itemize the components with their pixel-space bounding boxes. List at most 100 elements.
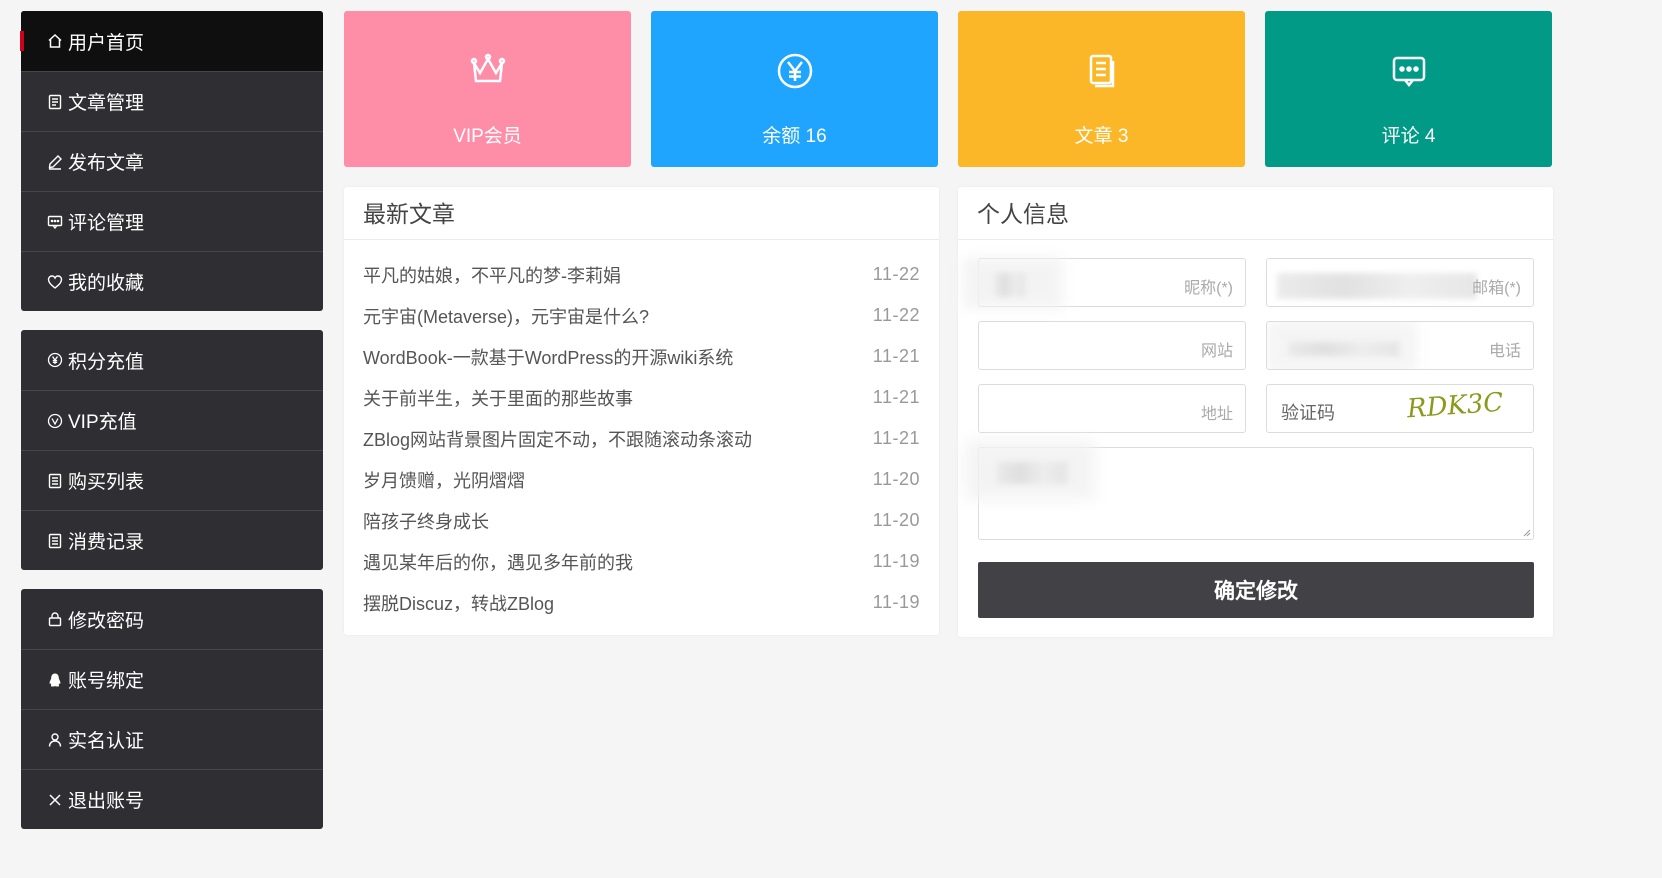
list-item[interactable]: 岁月馈赠，光阴熠熠 11-20 [344,459,939,500]
profile-panel: 个人信息 昵称(*) 邮箱(*) 网站 电话 地址 验证码 RDK3C 确定修改 [958,187,1553,637]
list-item[interactable]: 陪孩子终身成长 11-20 [344,500,939,541]
list-item[interactable]: 元宇宙(Metaverse)，元宇宙是什么? 11-22 [344,295,939,336]
vip-member-card[interactable]: VIP会员 [344,11,631,167]
menu-group-finance: 积分充值 VIP充值 购买列表 消费记录 [21,330,323,570]
website-field[interactable]: 网站 [978,321,1246,370]
stat-label: 文章 3 [1074,126,1129,147]
document-icon [1082,51,1122,91]
sidebar-item-label: 修改密码 [68,610,145,632]
sidebar-item-home[interactable]: 用户首页 [21,11,323,71]
article-title[interactable]: 遇见某年后的你，遇见多年前的我 [363,549,633,575]
sidebar-item-label: 消费记录 [68,532,145,553]
article-title[interactable]: 陪孩子终身成长 [363,508,489,534]
nickname-label: 昵称(*) [1184,280,1233,297]
article-title[interactable]: WordBook-一款基于WordPress的开源wiki系统 [363,344,733,370]
sidebar-item-label: 发布文章 [68,153,145,174]
article-date: 11-22 [872,305,920,325]
qq-icon [47,672,63,688]
vip-circle-icon [47,413,63,429]
sidebar-item-label: 购买列表 [68,472,145,493]
yen-icon [775,51,815,91]
crown-icon [468,51,508,91]
article-date: 11-21 [872,387,920,407]
sidebar-item-consumption-records[interactable]: 消费记录 [21,510,323,570]
address-field[interactable]: 地址 [978,384,1246,433]
sidebar-item-label: VIP充值 [68,412,137,433]
article-title[interactable]: 平凡的姑娘，不平凡的梦-李莉娟 [363,262,621,288]
article-title[interactable]: ZBlog网站背景图片固定不动，不跟随滚动条滚动 [363,426,752,452]
sidebar-item-label: 评论管理 [68,213,145,234]
list-item[interactable]: ZBlog网站背景图片固定不动，不跟随滚动条滚动 11-21 [344,418,939,459]
articles-card[interactable]: 文章 3 [958,11,1245,167]
phone-label: 电话 [1488,343,1521,360]
sidebar-item-account-binding[interactable]: 账号绑定 [21,649,323,709]
list-item[interactable]: 遇见某年后的你，遇见多年前的我 11-19 [344,541,939,582]
website-label: 网站 [1200,343,1233,360]
active-indicator [20,31,24,51]
article-date: 11-22 [872,264,920,284]
heart-icon [47,274,63,290]
document-icon [47,94,63,110]
sidebar-item-label: 账号绑定 [68,671,145,692]
latest-articles-panel: 最新文章 平凡的姑娘，不平凡的梦-李莉娟 11-22 元宇宙(Metaverse… [344,187,939,635]
article-list: 平凡的姑娘，不平凡的梦-李莉娟 11-22 元宇宙(Metaverse)，元宇宙… [344,240,939,623]
stat-label: VIP会员 [453,126,522,147]
comments-card[interactable]: 评论 4 [1265,11,1552,167]
sidebar-item-publish[interactable]: 发布文章 [21,131,323,191]
sidebar-item-label: 我的收藏 [68,273,145,294]
comment-icon [47,214,63,230]
bio-textarea[interactable] [965,440,1534,540]
article-title[interactable]: 元宇宙(Metaverse)，元宇宙是什么? [363,303,649,329]
stat-label: 余额 16 [762,126,827,147]
sidebar-item-label: 用户首页 [68,32,145,54]
sidebar-item-vip-recharge[interactable]: VIP充值 [21,390,323,450]
sidebar-item-label: 积分充值 [68,351,145,373]
submit-button[interactable]: 确定修改 [978,562,1534,618]
sidebar-item-articles[interactable]: 文章管理 [21,71,323,131]
article-title[interactable]: 岁月馈赠，光阴熠熠 [363,467,525,493]
article-date: 11-20 [872,510,920,530]
list-item[interactable]: 关于前半生，关于里面的那些故事 11-21 [344,377,939,418]
pen-icon [47,154,63,170]
list-icon [47,533,63,549]
yen-circle-icon [47,352,63,368]
resize-handle-icon[interactable] [1521,527,1531,537]
sidebar-item-logout[interactable]: 退出账号 [21,769,323,829]
sidebar-item-favorites[interactable]: 我的收藏 [21,251,323,311]
sidebar-item-real-name-auth[interactable]: 实名认证 [21,709,323,769]
email-label: 邮箱(*) [1472,280,1521,297]
sidebar-item-change-password[interactable]: 修改密码 [21,589,323,649]
article-date: 11-19 [872,551,920,571]
article-date: 11-21 [872,346,920,366]
list-item[interactable]: WordBook-一款基于WordPress的开源wiki系统 11-21 [344,336,939,377]
article-title[interactable]: 关于前半生，关于里面的那些故事 [363,385,633,411]
home-icon [47,33,63,49]
lock-icon [47,611,63,627]
email-field[interactable]: 邮箱(*) [1266,258,1534,307]
address-label: 地址 [1200,406,1233,423]
panel-title: 个人信息 [958,187,1553,240]
menu-group-account: 用户首页 文章管理 发布文章 评论管理 我的收藏 [21,11,323,311]
captcha-field[interactable]: 验证码 RDK3C [1266,384,1534,433]
stat-label: 评论 4 [1381,126,1436,147]
menu-group-security: 修改密码 账号绑定 实名认证 退出账号 [21,589,323,829]
phone-field[interactable]: 电话 [1266,321,1534,370]
sidebar-item-label: 文章管理 [68,93,145,114]
article-date: 11-20 [872,469,920,489]
user-icon [47,732,63,748]
article-date: 11-21 [872,428,920,448]
sidebar-item-points-recharge[interactable]: 积分充值 [21,330,323,390]
close-icon [47,792,63,808]
sidebar-item-purchase-list[interactable]: 购买列表 [21,450,323,510]
captcha-image[interactable]: RDK3C [1406,388,1504,425]
sidebar-item-label: 退出账号 [68,791,145,812]
sidebar-item-comments[interactable]: 评论管理 [21,191,323,251]
nickname-field[interactable]: 昵称(*) [963,257,1246,309]
article-date: 11-19 [872,592,920,612]
list-item[interactable]: 平凡的姑娘，不平凡的梦-李莉娟 11-22 [344,254,939,295]
balance-card[interactable]: 余额 16 [651,11,938,167]
panel-title: 最新文章 [344,187,939,240]
captcha-placeholder: 验证码 [1281,403,1335,423]
list-item[interactable]: 摆脱Discuz，转战ZBlog 11-19 [344,582,939,623]
article-title[interactable]: 摆脱Discuz，转战ZBlog [363,590,554,616]
